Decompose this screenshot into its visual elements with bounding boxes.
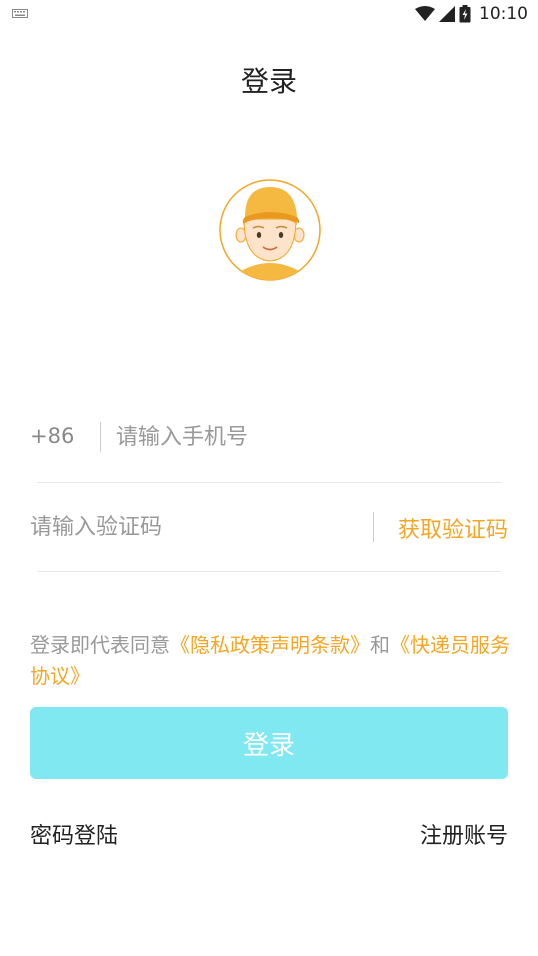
agreement-text: 登录即代表同意《隐私政策声明条款》和《快递员服务协议》 bbox=[30, 630, 514, 692]
keyboard-icon bbox=[12, 9, 28, 18]
login-screen: 10:10 登录 +86 获取验证码 bbox=[0, 0, 538, 956]
register-link[interactable]: 注册账号 bbox=[420, 818, 508, 850]
battery-icon bbox=[459, 5, 471, 23]
country-code[interactable]: +86 bbox=[30, 424, 74, 448]
phone-input[interactable] bbox=[116, 420, 496, 454]
agreement-prefix: 登录即代表同意 bbox=[30, 633, 170, 657]
signal-icon bbox=[439, 6, 455, 22]
agreement-conjunction: 和 bbox=[370, 633, 390, 657]
login-button[interactable]: 登录 bbox=[30, 707, 508, 779]
verification-code-field: 获取验证码 bbox=[30, 508, 510, 548]
field-divider bbox=[100, 422, 101, 452]
status-bar: 10:10 bbox=[0, 0, 538, 28]
phone-underline bbox=[37, 482, 501, 483]
privacy-policy-link[interactable]: 《隐私政策声明条款》 bbox=[170, 633, 370, 657]
field-divider bbox=[373, 512, 374, 542]
code-underline bbox=[37, 571, 501, 572]
get-code-button[interactable]: 获取验证码 bbox=[398, 512, 508, 544]
page-title: 登录 bbox=[240, 65, 297, 98]
phone-field: +86 bbox=[30, 418, 510, 458]
verification-code-input[interactable] bbox=[30, 510, 360, 544]
status-time: 10:10 bbox=[479, 4, 528, 24]
wifi-icon bbox=[415, 6, 435, 21]
password-login-link[interactable]: 密码登陆 bbox=[30, 818, 118, 850]
courier-avatar-icon bbox=[219, 179, 321, 281]
status-icons: 10:10 bbox=[415, 3, 528, 25]
